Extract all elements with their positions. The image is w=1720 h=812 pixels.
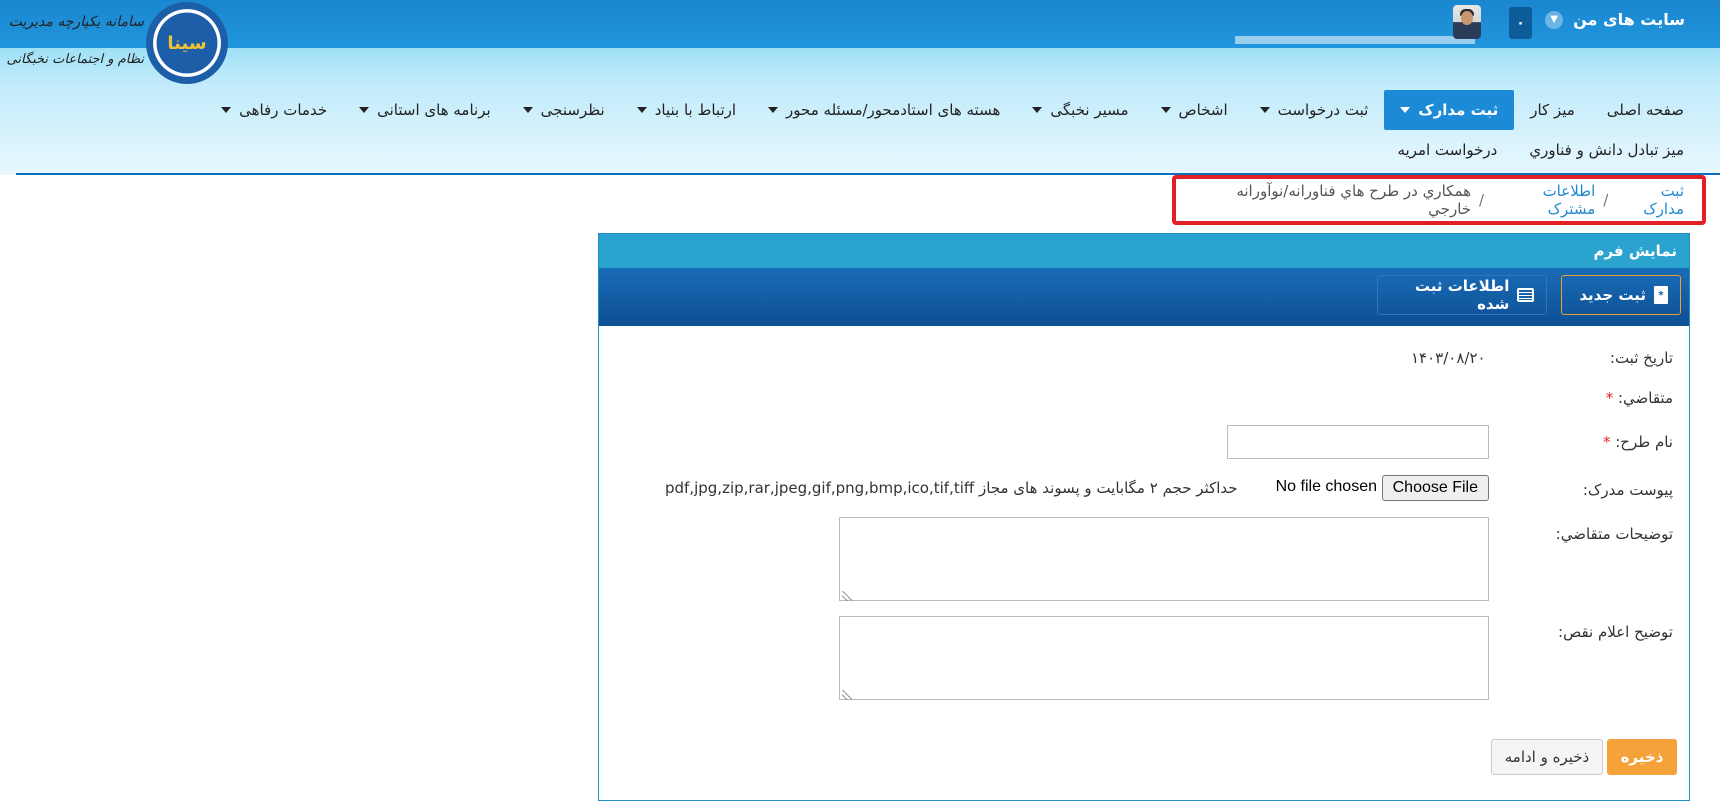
new-document-icon: * [1654, 286, 1668, 304]
list-icon [1517, 288, 1534, 302]
applicant-desc-label: توضیحات متقاضي: [1555, 525, 1673, 543]
nav-label: میز تبادل دانش و فناوري [1529, 141, 1684, 159]
defect-desc-label: توضیح اعلام نقص: [1558, 623, 1673, 641]
caret-down-icon [359, 107, 370, 113]
nav-elite-path[interactable]: مسیر نخبگی [1016, 90, 1144, 130]
reg-date-value: ۱۴۰۳/۰۸/۲۰ [1411, 349, 1486, 367]
resize-grip-icon[interactable] [842, 591, 852, 601]
caret-down-icon [636, 107, 647, 113]
nav-register-request[interactable]: ثبت درخواست [1244, 90, 1385, 130]
save-button[interactable]: ذخیره [1607, 739, 1677, 775]
avatar[interactable] [1453, 5, 1481, 39]
breadcrumb-separator: / [1603, 191, 1609, 209]
nav-label: مسیر نخبگی [1050, 101, 1129, 119]
breadcrumb-link-shared-info[interactable]: اطلاعات مشترک [1492, 182, 1596, 218]
top-bar: سایت های من ▼ ۰ [0, 0, 1720, 48]
required-mark: * [1605, 389, 1614, 407]
registered-info-button[interactable]: اطلاعات ثبت شده [1377, 275, 1547, 315]
nav-home[interactable]: صفحه اصلی [1591, 90, 1700, 130]
nav-contact-foundation[interactable]: ارتباط با بنیاد [621, 90, 752, 130]
nav-provincial-programs[interactable]: برنامه های استانی [343, 90, 507, 130]
no-file-chosen-text: No file chosen [1275, 478, 1377, 495]
avatar-face [1461, 11, 1473, 25]
attachment-label: پیوست مدرک: [1582, 481, 1673, 499]
resize-grip-icon[interactable] [842, 690, 852, 700]
site-logo[interactable]: سینا سامانه یکپارچه مدیریت نظام و اجتماع… [7, 2, 230, 87]
nav-label: خدمات رفاهی [239, 101, 328, 119]
logo-line-1: سامانه یکپارچه مدیریت [8, 14, 144, 30]
caret-down-icon [221, 107, 232, 113]
nav-persons[interactable]: اشخاص [1145, 90, 1244, 130]
file-upload-row: Choose File No file chosen حداکثر حجم ۲ … [599, 475, 1489, 505]
topbar-shade [1235, 36, 1475, 44]
nav-label: میز کار [1530, 101, 1575, 119]
nav-label: درخواست امریه [1397, 141, 1498, 159]
nav-label: ارتباط با بنیاد [654, 101, 737, 119]
nav-survey[interactable]: نظرسنجی [507, 90, 621, 130]
nav-military-service-request[interactable]: درخواست امریه [1381, 134, 1513, 166]
applicant-label: متقاضي: * [1606, 389, 1673, 407]
choose-file-button[interactable]: Choose File [1381, 475, 1489, 501]
panel-title: نمایش فرم [599, 234, 1689, 268]
notification-badge[interactable]: ۰ [1509, 7, 1532, 39]
plan-name-input[interactable] [1227, 425, 1489, 459]
breadcrumb: ثبت مدارک / اطلاعات مشترک / همکاري در طر… [1172, 175, 1706, 225]
file-size-hint: حداکثر حجم ۲ مگابایت و پسوند های مجاز pd… [665, 479, 1238, 497]
reg-date-label: تاریخ ثبت: [1609, 349, 1673, 367]
new-record-label: ثبت جدید [1579, 286, 1646, 304]
main-nav: صفحه اصلی میز کار ثبت مدارک ثبت درخواست … [205, 90, 1700, 130]
plan-name-label: نام طرح: * [1603, 433, 1673, 451]
nav-label: اشخاص [1178, 101, 1228, 119]
breadcrumb-link-register-documents[interactable]: ثبت مدارک [1616, 182, 1684, 218]
breadcrumb-current: همکاري در طرح هاي فناورانه/نوآورانه خارج… [1236, 182, 1472, 218]
nav-desk[interactable]: میز کار [1514, 90, 1591, 130]
applicant-desc-textarea[interactable] [839, 517, 1489, 601]
nav-knowledge-exchange[interactable]: میز تبادل دانش و فناوري [1513, 134, 1700, 166]
nav-label: هسته های استادمحور/مسئله محور [786, 101, 1001, 119]
required-mark: * [1602, 433, 1611, 451]
chevron-down-icon: ▼ [1545, 10, 1564, 29]
caret-down-icon [768, 107, 779, 113]
nav-label: نظرسنجی [540, 101, 605, 119]
nav-cores[interactable]: هسته های استادمحور/مسئله محور [752, 90, 1016, 130]
nav-register-documents[interactable]: ثبت مدارک [1384, 90, 1515, 130]
caret-down-icon [1160, 107, 1171, 113]
save-continue-button[interactable]: ذخیره و ادامه [1491, 739, 1603, 775]
nav-welfare-services[interactable]: خدمات رفاهی [205, 90, 343, 130]
new-record-button[interactable]: * ثبت جدید [1561, 275, 1681, 315]
caret-down-icon [1400, 107, 1411, 113]
caret-down-icon [522, 107, 533, 113]
nav-label: ثبت درخواست [1277, 101, 1369, 119]
defect-desc-textarea[interactable] [839, 616, 1489, 700]
form-panel: نمایش فرم * ثبت جدید اطلاعات ثبت شده تار… [598, 233, 1690, 801]
caret-down-icon [1032, 107, 1043, 113]
logo-line-2: نظام و اجتماعات نخبگانی [6, 52, 145, 67]
breadcrumb-separator: / [1479, 191, 1485, 209]
plan-name-label-text: نام طرح: [1615, 433, 1673, 451]
my-sites-menu[interactable]: سایت های من ▼ [1545, 10, 1685, 29]
logo-seal-text: سینا [167, 32, 207, 54]
applicant-label-text: متقاضي: [1617, 389, 1673, 407]
secondary-nav: میز تبادل دانش و فناوري درخواست امریه [1381, 134, 1700, 166]
panel-toolbar: * ثبت جدید اطلاعات ثبت شده [599, 268, 1689, 326]
logo-seal-icon: سینا [146, 2, 228, 84]
my-sites-label: سایت های من [1573, 10, 1685, 29]
nav-label: ثبت مدارک [1418, 101, 1499, 119]
registered-info-label: اطلاعات ثبت شده [1414, 277, 1510, 313]
nav-label: صفحه اصلی [1606, 101, 1684, 119]
caret-down-icon [1259, 107, 1270, 113]
nav-label: برنامه های استانی [377, 101, 491, 119]
